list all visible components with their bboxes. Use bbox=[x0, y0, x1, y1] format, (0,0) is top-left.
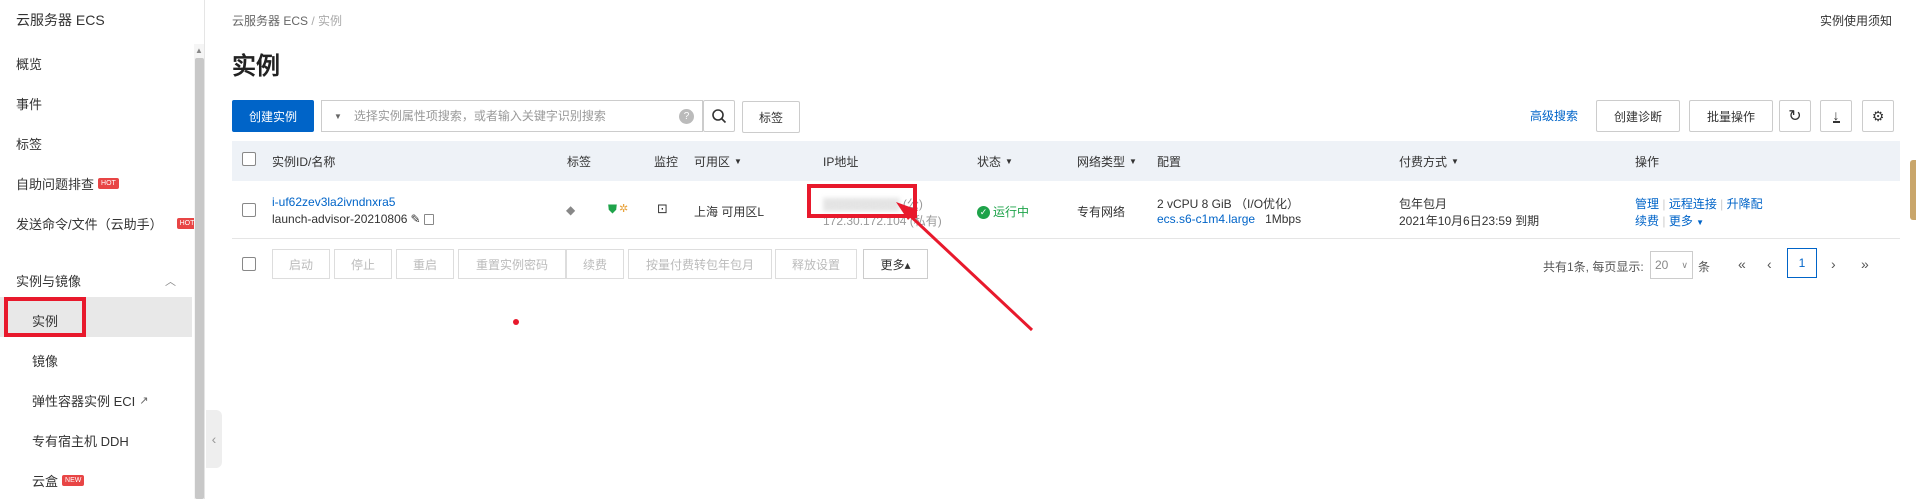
first-page-icon[interactable]: « bbox=[1738, 256, 1746, 272]
next-page-icon[interactable]: › bbox=[1831, 256, 1836, 272]
page-size-unit: 条 bbox=[1698, 260, 1711, 274]
chevron-down-icon: ∨ bbox=[1681, 259, 1688, 270]
last-page-icon[interactable]: » bbox=[1861, 256, 1869, 272]
page-size-select[interactable]: 20 ∨ bbox=[1650, 251, 1693, 279]
prev-page-icon[interactable]: ‹ bbox=[1767, 256, 1772, 272]
release-settings-button[interactable]: 释放设置 bbox=[775, 249, 857, 279]
start-button[interactable]: 启动 bbox=[272, 249, 330, 279]
right-edge-tab[interactable] bbox=[1910, 160, 1916, 220]
reset-password-button[interactable]: 重置实例密码 bbox=[458, 249, 566, 279]
red-dot-marker bbox=[513, 319, 519, 325]
stop-button[interactable]: 停止 bbox=[334, 249, 392, 279]
more-bulk-button[interactable]: 更多▴ bbox=[863, 249, 928, 279]
renew-button[interactable]: 续费 bbox=[566, 249, 624, 279]
restart-button[interactable]: 重启 bbox=[396, 249, 454, 279]
page-size-value: 20 bbox=[1655, 258, 1669, 272]
pagination-summary: 共有1条, 每页显示: bbox=[1543, 260, 1644, 274]
bulk-select-checkbox[interactable] bbox=[242, 257, 256, 271]
current-page-button[interactable]: 1 bbox=[1787, 248, 1817, 278]
convert-billing-button[interactable]: 按量付费转包年包月 bbox=[628, 249, 772, 279]
